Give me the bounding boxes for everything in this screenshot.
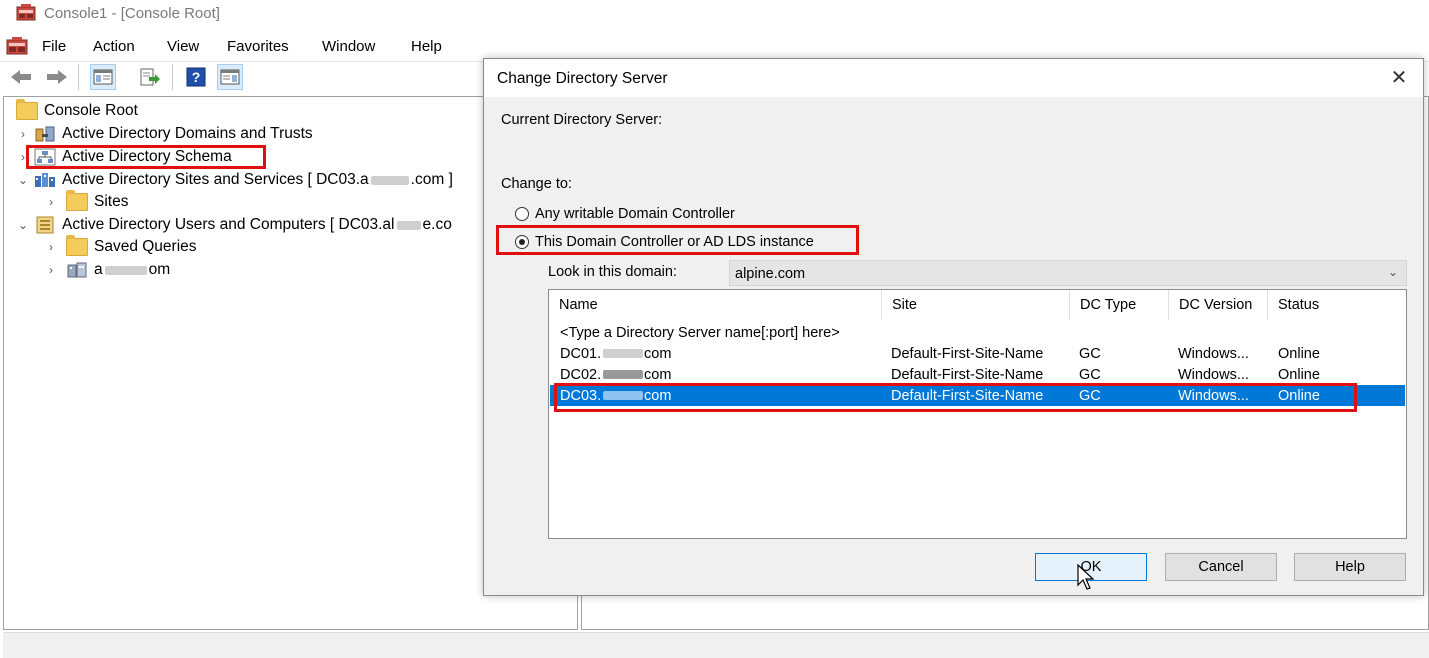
show-hide-console-tree-icon[interactable]: [90, 64, 116, 90]
look-in-domain-label: Look in this domain:: [548, 264, 677, 280]
domain-icon: [66, 261, 88, 279]
row-status: Online: [1278, 346, 1320, 362]
column-header-site[interactable]: Site: [882, 290, 1070, 320]
folder-icon: [66, 190, 88, 211]
chevron-right-icon[interactable]: ›: [44, 240, 58, 254]
redacted-text: [603, 349, 643, 358]
row-site: Default-First-Site-Name: [891, 346, 1044, 362]
chevron-right-icon[interactable]: ›: [44, 263, 58, 277]
domains-trusts-icon: [34, 125, 56, 143]
menu-favorites[interactable]: Favorites: [227, 38, 289, 55]
folder-icon: [66, 235, 88, 256]
tree-item-sites-services[interactable]: ⌄ Active Directory Sites and Services [ …: [16, 169, 453, 191]
current-server-label: Current Directory Server:: [501, 112, 663, 128]
tree-item-domains-trusts[interactable]: › Active Directory Domains and Trusts: [16, 123, 313, 145]
tree-item-label: Sites: [94, 193, 129, 210]
menu-window[interactable]: Window: [322, 38, 375, 55]
toolbar-separator: [78, 64, 79, 90]
mmc-app-icon: [16, 4, 36, 22]
menu-help[interactable]: Help: [411, 38, 442, 55]
tree-item-label: Console Root: [44, 102, 138, 119]
row-dc-type: GC: [1079, 346, 1101, 362]
row-name-suffix: com: [644, 367, 672, 383]
cancel-button[interactable]: Cancel: [1165, 553, 1277, 581]
tree-item-label: Active Directory Domains and Trusts: [62, 125, 313, 142]
toolbar-separator: [172, 64, 173, 90]
folder-icon: [16, 99, 38, 120]
change-directory-server-dialog: Change Directory Server ✕ Current Direct…: [483, 58, 1424, 596]
tree-item-label-prefix: Active Directory Sites and Services [ DC…: [62, 171, 369, 188]
chevron-right-icon[interactable]: ›: [16, 150, 30, 164]
forward-icon[interactable]: [44, 64, 70, 90]
sites-services-icon: [34, 171, 56, 189]
tree-item-label-suffix: .com ]: [410, 171, 453, 188]
list-item-placeholder[interactable]: <Type a Directory Server name[:port] her…: [550, 322, 1405, 343]
chevron-right-icon[interactable]: ›: [44, 195, 58, 209]
tree-item-label-prefix: a: [94, 261, 103, 278]
chevron-down-icon[interactable]: ⌄: [16, 173, 30, 187]
radio-label: Any writable Domain Controller: [535, 206, 735, 222]
tree-item-domain[interactable]: › a om: [44, 259, 170, 281]
tree-item-label-prefix: Active Directory Users and Computers [ D…: [62, 216, 395, 233]
tree-item-console-root[interactable]: Console Root: [12, 99, 138, 122]
row-site: Default-First-Site-Name: [891, 367, 1044, 383]
row-name-suffix: com: [644, 346, 672, 362]
column-header-dc-type[interactable]: DC Type: [1070, 290, 1169, 320]
users-computers-icon: [34, 216, 56, 234]
help-button[interactable]: Help: [1294, 553, 1406, 581]
tree-item-sites[interactable]: › Sites: [44, 190, 129, 213]
table-row[interactable]: DC02. com Default-First-Site-Name GC Win…: [550, 364, 1405, 385]
status-bar: [3, 632, 1429, 658]
row-dc-type: GC: [1079, 367, 1101, 383]
row-dc-version: Windows...: [1178, 367, 1249, 383]
domain-value: alpine.com: [735, 266, 806, 282]
menu-view[interactable]: View: [167, 38, 199, 55]
tree-item-saved-queries[interactable]: › Saved Queries: [44, 235, 197, 258]
placeholder-text: <Type a Directory Server name[:port] her…: [560, 325, 840, 341]
menu-file[interactable]: File: [42, 38, 66, 55]
mouse-cursor-icon: [1076, 563, 1098, 591]
change-to-label: Change to:: [501, 176, 572, 192]
tree-item-ad-schema[interactable]: › Active Directory Schema: [16, 146, 232, 168]
tree-item-label-suffix: om: [148, 261, 171, 278]
export-list-icon[interactable]: [137, 64, 163, 90]
row-dc-version: Windows...: [1178, 346, 1249, 362]
table-row[interactable]: DC01. com Default-First-Site-Name GC Win…: [550, 343, 1405, 364]
highlight-box: [554, 383, 1357, 412]
radio-any-writable-dc[interactable]: Any writable Domain Controller: [515, 206, 735, 222]
tree-item-label: Saved Queries: [94, 238, 197, 255]
schema-icon: [34, 148, 56, 166]
tree-item-label-suffix: e.co: [422, 216, 452, 233]
redacted-text: [396, 220, 421, 230]
svg-text:?: ?: [192, 69, 201, 85]
help-icon[interactable]: ?: [183, 64, 209, 90]
radio-label: This Domain Controller or AD LDS instanc…: [535, 234, 814, 250]
column-header-name[interactable]: Name: [549, 290, 882, 320]
domain-combobox[interactable]: alpine.com ⌄: [729, 260, 1407, 286]
radio-this-dc[interactable]: This Domain Controller or AD LDS instanc…: [515, 234, 814, 250]
redacted-text: [370, 175, 409, 185]
column-header-dc-version[interactable]: DC Version: [1169, 290, 1268, 320]
chevron-down-icon[interactable]: ⌄: [16, 218, 30, 232]
row-status: Online: [1278, 367, 1320, 383]
show-hide-action-pane-icon[interactable]: [217, 64, 243, 90]
directory-server-list[interactable]: Name Site DC Type DC Version Status <Typ…: [548, 289, 1407, 539]
dialog-title: Change Directory Server: [497, 70, 668, 87]
row-name-prefix: DC01.: [560, 346, 602, 362]
back-icon[interactable]: [8, 64, 34, 90]
radio-button[interactable]: [515, 207, 529, 221]
menu-action[interactable]: Action: [93, 38, 135, 55]
redacted-text: [104, 265, 147, 275]
mmc-system-menu-icon[interactable]: [6, 36, 28, 56]
chevron-right-icon[interactable]: ›: [16, 127, 30, 141]
window-title: Console1 - [Console Root]: [44, 5, 220, 22]
redacted-text: [603, 370, 643, 379]
row-name-prefix: DC02.: [560, 367, 602, 383]
chevron-down-icon[interactable]: ⌄: [1388, 265, 1398, 279]
tree-item-users-computers[interactable]: ⌄ Active Directory Users and Computers […: [16, 214, 452, 236]
column-header-status[interactable]: Status: [1268, 290, 1406, 320]
close-icon[interactable]: ✕: [1388, 67, 1410, 89]
tree-item-label: Active Directory Schema: [62, 148, 232, 165]
radio-button-selected[interactable]: [515, 235, 529, 249]
